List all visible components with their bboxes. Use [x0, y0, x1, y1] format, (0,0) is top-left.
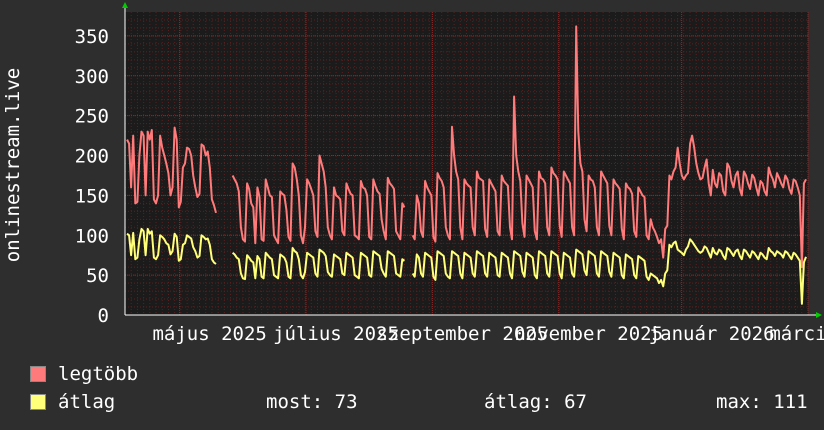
- y-tick-label: 0: [98, 305, 109, 327]
- x-tick-label: május 2025: [152, 323, 266, 345]
- y-tick-label: 250: [75, 106, 109, 128]
- y-tick-label: 100: [75, 225, 109, 247]
- legend-row-avg: átlag most: 73 átlag: 67 max: 111: [30, 390, 808, 414]
- y-tick-label: 350: [75, 26, 109, 48]
- y-tick-label: 200: [75, 146, 109, 168]
- x-tick-label: január 2026: [649, 323, 775, 345]
- x-tick-label: november 2025: [514, 323, 663, 345]
- x-axis-arrow: [816, 312, 822, 318]
- legend-row-max: legtöbb: [30, 362, 208, 386]
- legend-label-max: legtöbb: [58, 363, 139, 385]
- x-tick-label: március 2026: [769, 323, 824, 345]
- stat-average: átlag: 67: [484, 391, 587, 413]
- y-axis-label: onlinestream.live: [2, 68, 24, 262]
- chart: 050100150200250300350május 2025 július 20…: [2, 2, 824, 345]
- y-tick-label: 50: [86, 265, 109, 287]
- legend-swatch-max: [30, 366, 46, 382]
- stat-now: most: 73: [266, 391, 358, 413]
- legend-swatch-avg: [30, 394, 46, 410]
- legend-label-avg: átlag: [58, 391, 116, 413]
- stat-max: max: 111: [716, 391, 808, 413]
- y-axis-arrow: [122, 2, 128, 8]
- y-tick-label: 150: [75, 185, 109, 207]
- y-tick-label: 300: [75, 66, 109, 88]
